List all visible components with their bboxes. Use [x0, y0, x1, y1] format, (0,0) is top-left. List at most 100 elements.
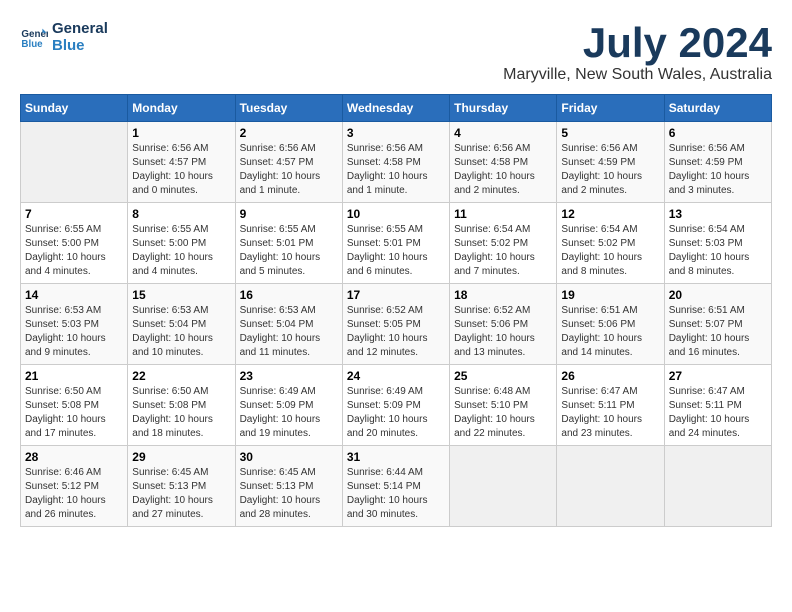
calendar-cell: 18Sunrise: 6:52 AM Sunset: 5:06 PM Dayli…	[450, 284, 557, 365]
day-number: 14	[25, 288, 123, 302]
calendar-cell: 5 Sunrise: 6:56 AM Sunset: 4:59 PM Daylig…	[557, 122, 664, 203]
day-info: Sunrise: 6:45 AM Sunset: 5:13 PM Dayligh…	[240, 466, 338, 522]
logo-icon: General Blue	[20, 23, 48, 51]
calendar-cell: 19Sunrise: 6:51 AM Sunset: 5:06 PM Dayli…	[557, 284, 664, 365]
day-info: Sunrise: 6:52 AM Sunset: 5:05 PM Dayligh…	[347, 304, 445, 360]
day-info: Sunrise: 6:50 AM Sunset: 5:08 PM Dayligh…	[25, 385, 123, 441]
calendar-cell: 15 Sunrise: 6:53 AM Sunset: 5:04 PM Dayli…	[128, 284, 235, 365]
title-area: July 2024 Maryville, New South Wales, Au…	[503, 20, 772, 84]
day-info: Sunrise: 6:44 AM Sunset: 5:14 PM Dayligh…	[347, 466, 445, 522]
calendar-cell: 16 Sunrise: 6:53 AM Sunset: 5:04 PM Dayli…	[235, 284, 342, 365]
calendar-cell: 11 Sunrise: 6:54 AM Sunset: 5:02 PM Dayli…	[450, 203, 557, 284]
calendar-cell	[21, 122, 128, 203]
header-sunday: Sunday	[21, 95, 128, 122]
calendar-cell: 7 Sunrise: 6:55 AM Sunset: 5:00 PM Daylig…	[21, 203, 128, 284]
day-info: Sunrise: 6:54 AM Sunset: 5:02 PM Dayligh…	[454, 223, 552, 279]
day-info: Sunrise: 6:54 AM Sunset: 5:03 PM Dayligh…	[669, 223, 767, 279]
day-number: 30	[240, 450, 338, 464]
calendar-cell: 10 Sunrise: 6:55 AM Sunset: 5:01 PM Dayli…	[342, 203, 449, 284]
day-number: 11	[454, 207, 552, 221]
day-info: Sunrise: 6:51 AM Sunset: 5:07 PM Dayligh…	[669, 304, 767, 360]
header: General Blue General Blue July 2024 Mary…	[20, 20, 772, 84]
day-info: Sunrise: 6:48 AM Sunset: 5:10 PM Dayligh…	[454, 385, 552, 441]
header-wednesday: Wednesday	[342, 95, 449, 122]
day-number: 26	[561, 369, 659, 383]
calendar-cell: 17Sunrise: 6:52 AM Sunset: 5:05 PM Dayli…	[342, 284, 449, 365]
calendar-cell: 25 Sunrise: 6:48 AM Sunset: 5:10 PM Dayli…	[450, 365, 557, 446]
day-info: Sunrise: 6:54 AM Sunset: 5:02 PM Dayligh…	[561, 223, 659, 279]
day-info: Sunrise: 6:50 AM Sunset: 5:08 PM Dayligh…	[132, 385, 230, 441]
week-row-2: 7 Sunrise: 6:55 AM Sunset: 5:00 PM Daylig…	[21, 203, 772, 284]
week-row-5: 28 Sunrise: 6:46 AM Sunset: 5:12 PM Dayli…	[21, 446, 772, 527]
day-number: 3	[347, 126, 445, 140]
calendar-cell: 31 Sunrise: 6:44 AM Sunset: 5:14 PM Dayli…	[342, 446, 449, 527]
week-row-1: 1 Sunrise: 6:56 AM Sunset: 4:57 PM Daylig…	[21, 122, 772, 203]
day-number: 8	[132, 207, 230, 221]
day-number: 24	[347, 369, 445, 383]
svg-text:Blue: Blue	[21, 39, 43, 50]
logo: General Blue General Blue	[20, 20, 108, 54]
day-number: 1	[132, 126, 230, 140]
calendar-cell: 13 Sunrise: 6:54 AM Sunset: 5:03 PM Dayli…	[664, 203, 771, 284]
day-number: 7	[25, 207, 123, 221]
calendar-cell: 20 Sunrise: 6:51 AM Sunset: 5:07 PM Dayli…	[664, 284, 771, 365]
calendar-cell: 1 Sunrise: 6:56 AM Sunset: 4:57 PM Daylig…	[128, 122, 235, 203]
header-thursday: Thursday	[450, 95, 557, 122]
day-info: Sunrise: 6:56 AM Sunset: 4:59 PM Dayligh…	[669, 142, 767, 198]
header-friday: Friday	[557, 95, 664, 122]
day-number: 28	[25, 450, 123, 464]
week-row-3: 14 Sunrise: 6:53 AM Sunset: 5:03 PM Dayli…	[21, 284, 772, 365]
day-number: 2	[240, 126, 338, 140]
logo-line1: General	[52, 20, 108, 37]
calendar-cell	[664, 446, 771, 527]
day-number: 31	[347, 450, 445, 464]
calendar-cell	[557, 446, 664, 527]
logo-line2: Blue	[52, 37, 108, 54]
day-number: 23	[240, 369, 338, 383]
day-info: Sunrise: 6:56 AM Sunset: 4:58 PM Dayligh…	[454, 142, 552, 198]
day-number: 25	[454, 369, 552, 383]
main-title: July 2024	[503, 20, 772, 66]
calendar-cell	[450, 446, 557, 527]
calendar-cell: 26Sunrise: 6:47 AM Sunset: 5:11 PM Dayli…	[557, 365, 664, 446]
day-number: 13	[669, 207, 767, 221]
day-number: 22	[132, 369, 230, 383]
day-info: Sunrise: 6:56 AM Sunset: 4:59 PM Dayligh…	[561, 142, 659, 198]
day-number: 15	[132, 288, 230, 302]
calendar-cell: 14 Sunrise: 6:53 AM Sunset: 5:03 PM Dayli…	[21, 284, 128, 365]
day-info: Sunrise: 6:53 AM Sunset: 5:03 PM Dayligh…	[25, 304, 123, 360]
day-info: Sunrise: 6:55 AM Sunset: 5:00 PM Dayligh…	[25, 223, 123, 279]
header-monday: Monday	[128, 95, 235, 122]
day-info: Sunrise: 6:53 AM Sunset: 5:04 PM Dayligh…	[240, 304, 338, 360]
day-info: Sunrise: 6:55 AM Sunset: 5:01 PM Dayligh…	[240, 223, 338, 279]
day-number: 16	[240, 288, 338, 302]
calendar-cell: 27 Sunrise: 6:47 AM Sunset: 5:11 PM Dayli…	[664, 365, 771, 446]
day-number: 10	[347, 207, 445, 221]
day-number: 27	[669, 369, 767, 383]
day-number: 6	[669, 126, 767, 140]
day-info: Sunrise: 6:56 AM Sunset: 4:57 PM Dayligh…	[132, 142, 230, 198]
calendar-cell: 23 Sunrise: 6:49 AM Sunset: 5:09 PM Dayli…	[235, 365, 342, 446]
day-info: Sunrise: 6:49 AM Sunset: 5:09 PM Dayligh…	[347, 385, 445, 441]
day-info: Sunrise: 6:47 AM Sunset: 5:11 PM Dayligh…	[669, 385, 767, 441]
day-info: Sunrise: 6:55 AM Sunset: 5:00 PM Dayligh…	[132, 223, 230, 279]
day-info: Sunrise: 6:53 AM Sunset: 5:04 PM Dayligh…	[132, 304, 230, 360]
calendar-cell: 8 Sunrise: 6:55 AM Sunset: 5:00 PM Daylig…	[128, 203, 235, 284]
day-number: 20	[669, 288, 767, 302]
day-info: Sunrise: 6:49 AM Sunset: 5:09 PM Dayligh…	[240, 385, 338, 441]
calendar-cell: 28 Sunrise: 6:46 AM Sunset: 5:12 PM Dayli…	[21, 446, 128, 527]
day-number: 21	[25, 369, 123, 383]
calendar-cell: 4 Sunrise: 6:56 AM Sunset: 4:58 PM Daylig…	[450, 122, 557, 203]
header-saturday: Saturday	[664, 95, 771, 122]
calendar-cell: 22 Sunrise: 6:50 AM Sunset: 5:08 PM Dayli…	[128, 365, 235, 446]
subtitle: Maryville, New South Wales, Australia	[503, 66, 772, 84]
day-number: 5	[561, 126, 659, 140]
day-info: Sunrise: 6:55 AM Sunset: 5:01 PM Dayligh…	[347, 223, 445, 279]
calendar-cell: 9Sunrise: 6:55 AM Sunset: 5:01 PM Daylig…	[235, 203, 342, 284]
calendar-cell: 2 Sunrise: 6:56 AM Sunset: 4:57 PM Daylig…	[235, 122, 342, 203]
day-number: 4	[454, 126, 552, 140]
day-info: Sunrise: 6:56 AM Sunset: 4:57 PM Dayligh…	[240, 142, 338, 198]
calendar-cell: 3Sunrise: 6:56 AM Sunset: 4:58 PM Daylig…	[342, 122, 449, 203]
day-info: Sunrise: 6:45 AM Sunset: 5:13 PM Dayligh…	[132, 466, 230, 522]
day-info: Sunrise: 6:46 AM Sunset: 5:12 PM Dayligh…	[25, 466, 123, 522]
